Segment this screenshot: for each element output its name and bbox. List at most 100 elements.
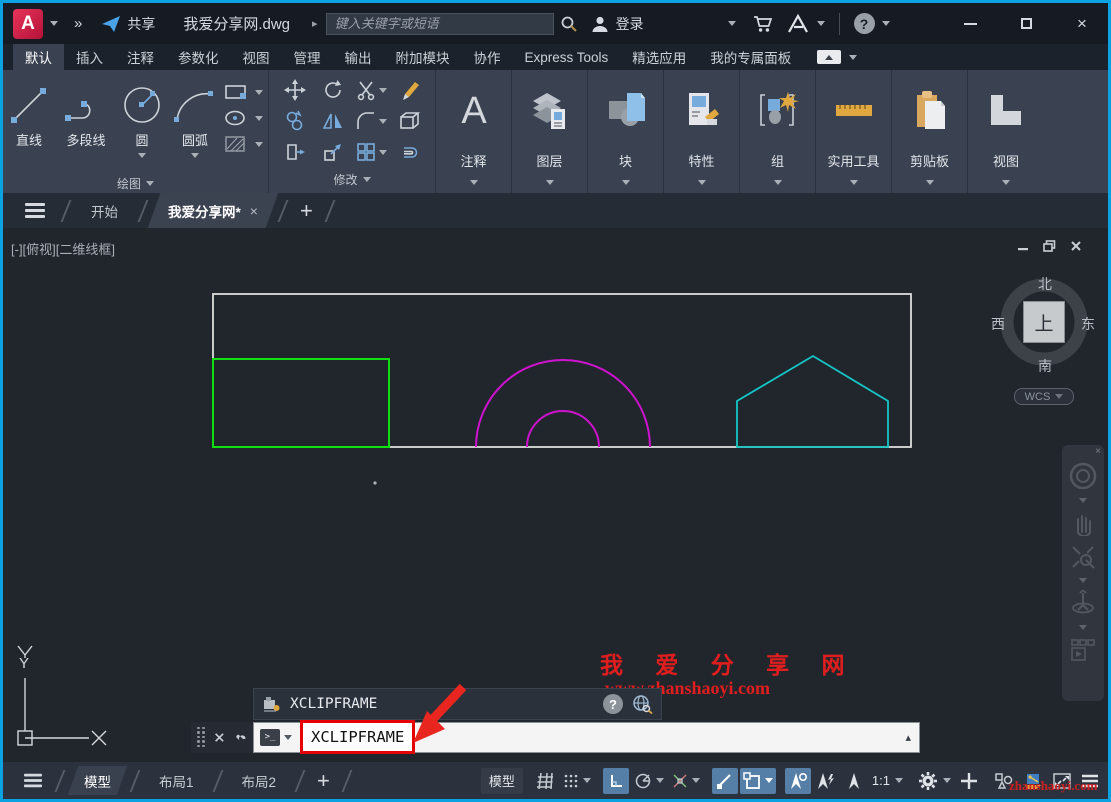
ribbon-tab-output[interactable]: 输出 [333, 44, 384, 70]
scale-caret-icon[interactable] [895, 778, 903, 783]
app-menu-caret-icon[interactable] [50, 21, 58, 26]
showmotion-icon[interactable] [1069, 637, 1097, 665]
signin-caret-icon[interactable] [728, 21, 736, 26]
osnap-line-toggle[interactable] [712, 768, 738, 794]
utilities-panel-caret-icon[interactable] [850, 180, 858, 185]
search-expand-icon[interactable]: ▸ [312, 17, 318, 30]
annotation-autoscale-toggle[interactable] [813, 768, 839, 794]
ribbon-tab-express-tools[interactable]: Express Tools [513, 44, 621, 70]
zoom-caret-icon[interactable] [1079, 578, 1087, 583]
navbar-close-icon[interactable]: × [1095, 446, 1101, 457]
annotation-panel-caret-icon[interactable] [470, 180, 478, 185]
properties-panel-caret-icon[interactable] [698, 180, 706, 185]
view-button[interactable] [968, 70, 1044, 151]
viewcube-south[interactable]: 南 [1038, 356, 1052, 376]
help-icon[interactable]: ? [854, 13, 875, 34]
grid-toggle[interactable] [532, 768, 558, 794]
block-panel-caret-icon[interactable] [622, 180, 630, 185]
command-wrench-icon[interactable] [234, 729, 247, 745]
viewcube-top-face[interactable]: 上 [1023, 301, 1065, 343]
ribbon-collapse-button[interactable] [817, 50, 841, 64]
utilities-button[interactable] [816, 70, 891, 151]
hatch-tool-button[interactable] [223, 134, 263, 154]
viewcube-east[interactable]: 东 [1081, 314, 1095, 334]
command-caret-icon[interactable] [284, 735, 292, 740]
osnap-toggle[interactable] [740, 768, 776, 794]
command-input-bar[interactable]: >_ XCLIPFRAME ▴ [253, 722, 920, 753]
file-tab-close-icon[interactable]: × [250, 203, 258, 219]
fillet-caret-icon[interactable] [379, 119, 387, 124]
block-button[interactable] [588, 70, 663, 151]
viewcube-north[interactable]: 北 [1038, 274, 1052, 294]
new-layout-button[interactable]: + [317, 768, 330, 794]
rectangle-tool-button[interactable] [223, 82, 263, 102]
command-expand-icon[interactable]: ▴ [905, 731, 911, 744]
scale-button[interactable] [315, 138, 350, 166]
line-tool-button[interactable]: 直线 [3, 76, 55, 149]
group-panel-caret-icon[interactable] [774, 180, 782, 185]
ribbon-collapse-caret-icon[interactable] [849, 55, 857, 60]
circle-caret-icon[interactable] [138, 153, 146, 158]
command-prompt-icon[interactable]: >_ [260, 729, 280, 746]
app-logo[interactable]: A [13, 9, 43, 39]
polar-caret-icon[interactable] [656, 778, 664, 783]
clipboard-button[interactable] [892, 70, 967, 151]
navwheel-caret-icon[interactable] [1079, 498, 1087, 503]
file-tab-document[interactable]: 我爱分享网* × [154, 193, 272, 228]
offset-button[interactable] [391, 138, 426, 166]
ribbon-tab-insert[interactable]: 插入 [64, 44, 115, 70]
internet-search-icon[interactable] [631, 694, 653, 714]
arc-tool-button[interactable]: 圆弧 [167, 76, 223, 158]
signin-button[interactable]: 登录 [616, 14, 644, 34]
rotate-button[interactable] [315, 76, 350, 104]
layout2-tab[interactable]: 布局2 [229, 762, 290, 799]
autodesk-logo-icon[interactable] [786, 14, 810, 34]
file-tabs-menu-icon[interactable] [25, 203, 45, 218]
ribbon-tab-parametric[interactable]: 参数化 [166, 44, 231, 70]
command-close-icon[interactable] [214, 731, 225, 744]
osnap-caret-icon[interactable] [765, 778, 773, 783]
share-plane-icon[interactable] [100, 13, 122, 35]
new-tab-button[interactable]: + [300, 198, 313, 224]
cart-icon[interactable] [752, 14, 774, 34]
grip-dots-icon[interactable] [197, 727, 205, 748]
rectangle-caret-icon[interactable] [255, 90, 263, 95]
command-input-text[interactable]: XCLIPFRAME [311, 728, 404, 746]
ribbon-tab-default[interactable]: 默认 [13, 44, 64, 70]
ribbon-tab-my-panel[interactable]: 我的专属面板 [698, 44, 803, 70]
properties-button[interactable] [664, 70, 739, 151]
minimize-button[interactable] [950, 9, 990, 39]
ribbon-tab-manage[interactable]: 管理 [282, 44, 333, 70]
user-icon[interactable] [590, 14, 610, 34]
erase-button[interactable] [391, 76, 426, 104]
help-caret-icon[interactable] [882, 21, 890, 26]
viewcube-west[interactable]: 西 [991, 314, 1005, 334]
zoom-extents-icon[interactable] [1069, 543, 1097, 571]
ribbon-tab-collaborate[interactable]: 协作 [462, 44, 513, 70]
close-button[interactable]: × [1062, 9, 1102, 39]
pan-hand-icon[interactable] [1070, 510, 1096, 536]
settings-caret-icon[interactable] [943, 778, 951, 783]
search-input[interactable] [326, 13, 554, 35]
navigation-wheel-icon[interactable] [1068, 461, 1098, 491]
polar-tracking-toggle[interactable] [631, 768, 667, 794]
view-panel-caret-icon[interactable] [1002, 180, 1010, 185]
annotation-scale-button[interactable] [841, 768, 867, 794]
ribbon-tab-featured-apps[interactable]: 精选应用 [620, 44, 698, 70]
search-icon[interactable] [560, 15, 578, 33]
array-button[interactable] [353, 138, 388, 166]
wcs-dropdown[interactable]: WCS [1014, 388, 1074, 405]
modify-panel-footer[interactable]: 修改 [269, 169, 435, 189]
ribbon-tab-annotate[interactable]: 注释 [115, 44, 166, 70]
ellipse-caret-icon[interactable] [255, 116, 263, 121]
clipboard-panel-caret-icon[interactable] [926, 180, 934, 185]
layers-panel-caret-icon[interactable] [546, 180, 554, 185]
annotation-button[interactable]: A [436, 70, 511, 151]
drawing-area[interactable]: [-][俯视][二维线框] Y [3, 228, 1108, 762]
snap-toggle[interactable] [560, 768, 594, 794]
model-space-button[interactable]: 模型 [481, 768, 523, 794]
trim-caret-icon[interactable] [379, 88, 387, 93]
settings-button[interactable] [915, 768, 954, 794]
stretch-button[interactable] [277, 138, 312, 166]
move-button[interactable] [277, 76, 312, 104]
